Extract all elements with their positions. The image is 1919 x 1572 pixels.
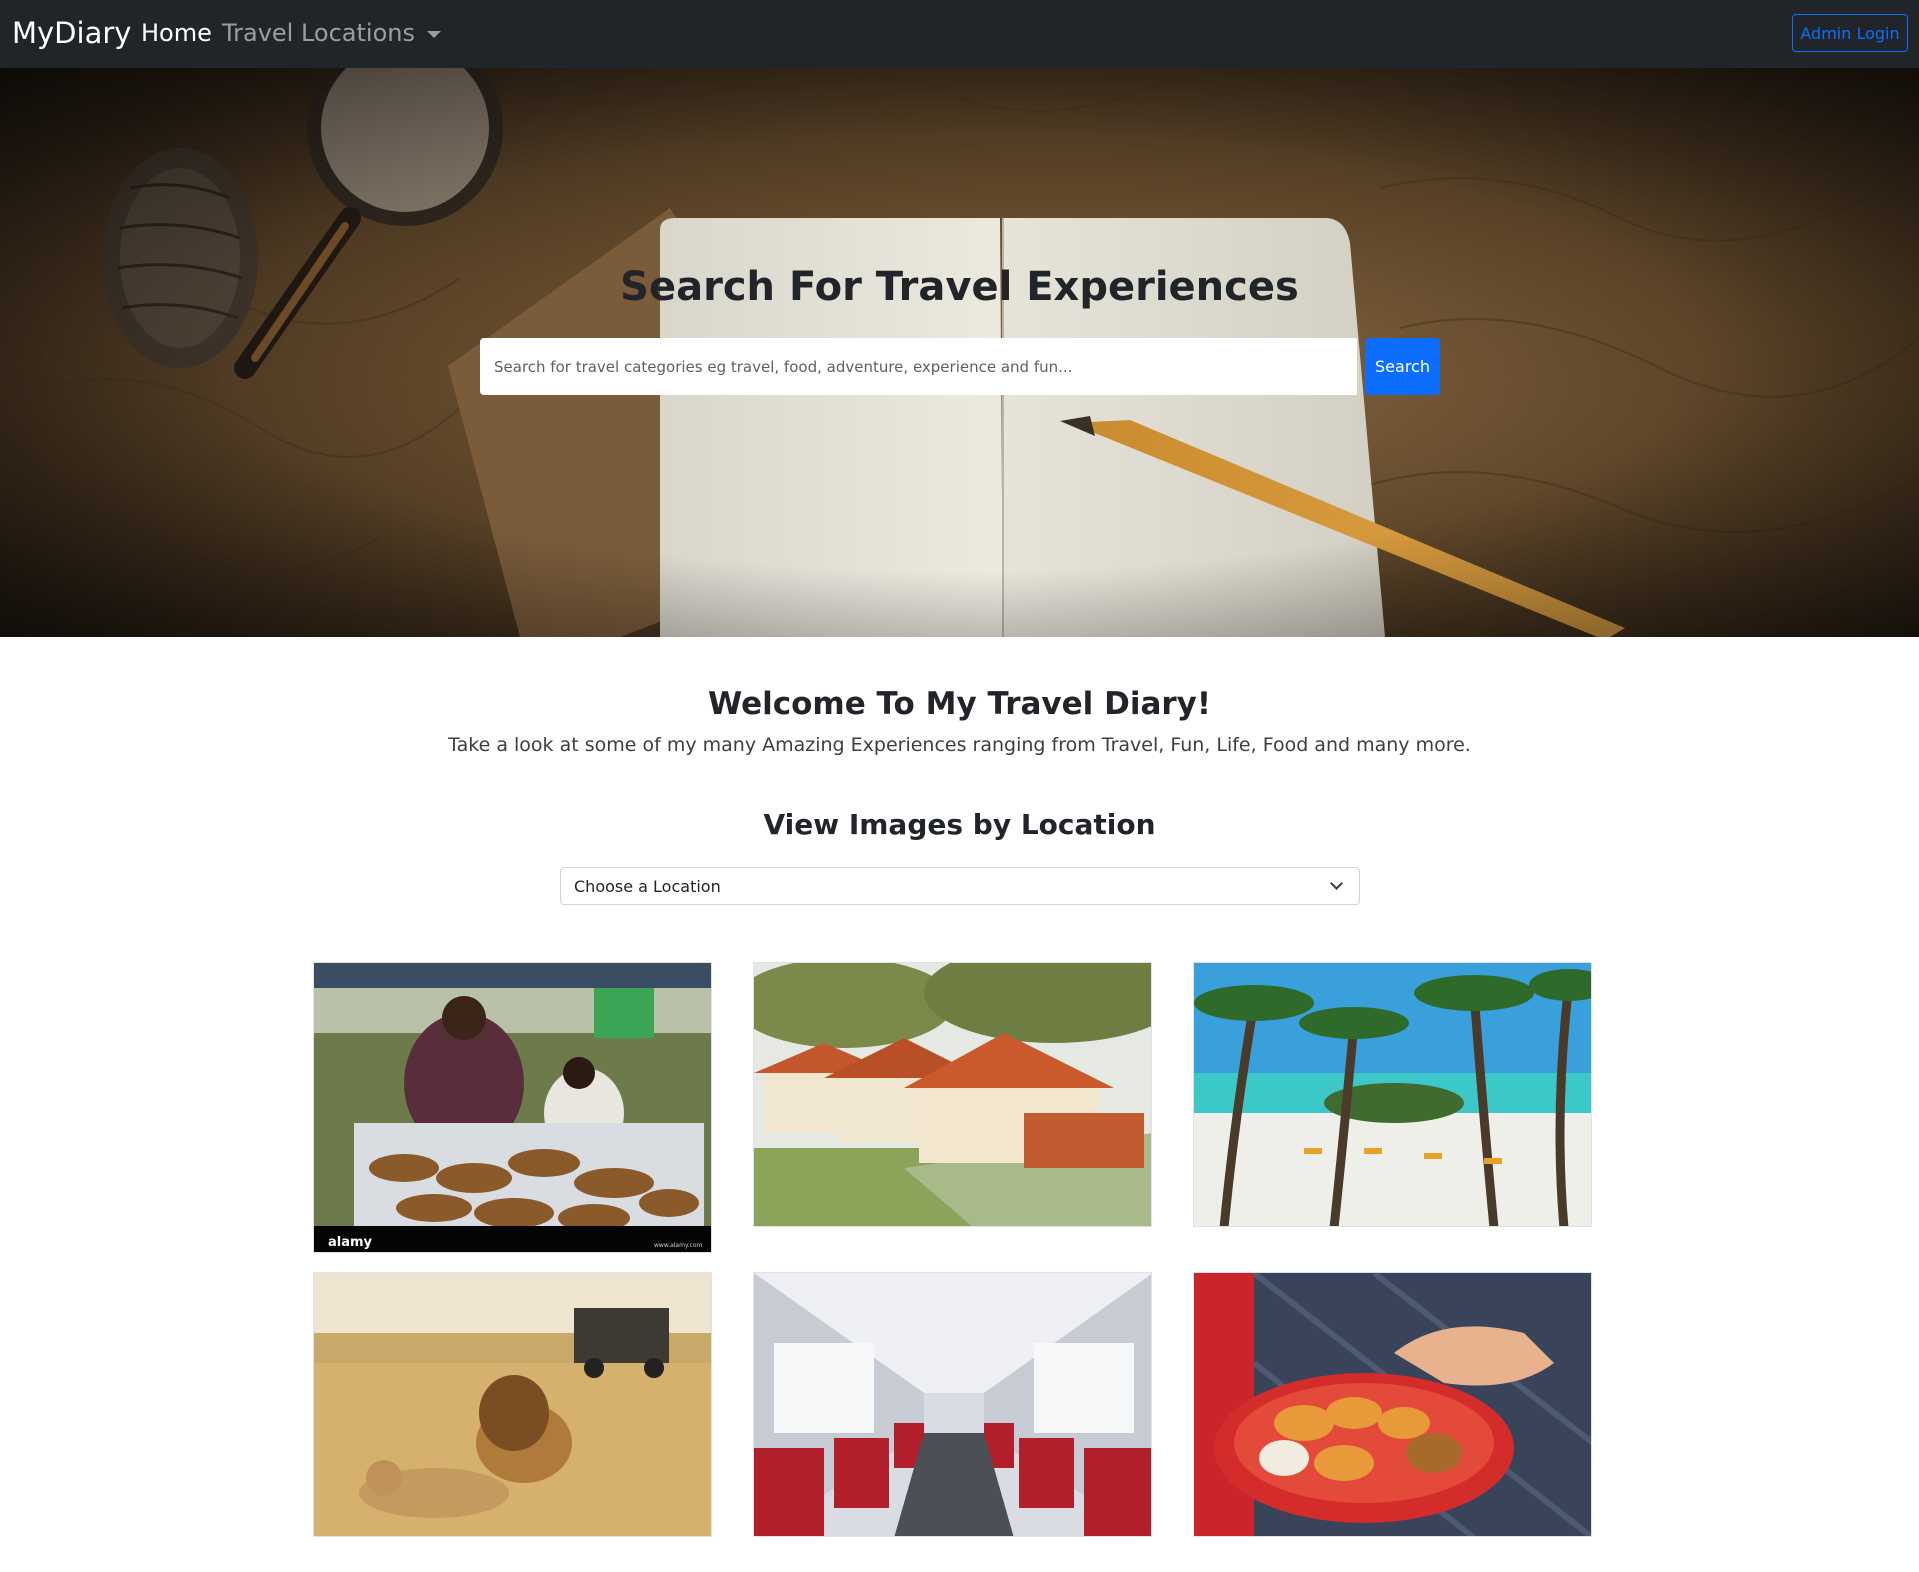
chevron-down-icon (1330, 877, 1343, 890)
location-section-title: View Images by Location (763, 808, 1156, 841)
location-select[interactable]: Choose a Location (560, 867, 1360, 905)
watermark-alamy-site: www.alamy.com (654, 1242, 703, 1249)
welcome-title: Welcome To My Travel Diary! (707, 686, 1211, 722)
nav-travel-locations-dropdown[interactable]: Travel Locations (222, 19, 441, 47)
top-navbar: MyDiary Home Travel Locations Admin Logi… (0, 0, 1919, 68)
brand-logo[interactable]: MyDiary (12, 16, 131, 50)
welcome-subtitle: Take a look at some of my many Amazing E… (448, 734, 1471, 756)
search-button[interactable]: Search (1365, 338, 1440, 395)
gallery-image-lions[interactable] (313, 1272, 712, 1537)
search-input[interactable] (480, 338, 1357, 395)
nav-home-link[interactable]: Home (141, 19, 212, 47)
gallery-image-food-plate[interactable] (1193, 1272, 1592, 1537)
caret-down-icon (426, 30, 441, 38)
watermark-alamy-logo: alamy (328, 1235, 373, 1250)
hero-title: Search For Travel Experiences (620, 264, 1299, 310)
nav-travel-locations-label: Travel Locations (222, 19, 415, 47)
location-select-value: Choose a Location (574, 876, 721, 896)
hero-banner: Search For Travel Experiences Search (0, 68, 1919, 637)
gallery-image-cottages[interactable] (753, 962, 1152, 1227)
admin-login-button[interactable]: Admin Login (1792, 14, 1908, 52)
gallery-image-train-interior[interactable] (753, 1272, 1152, 1537)
gallery-image-beach[interactable] (1193, 962, 1592, 1227)
gallery-image-fish-market[interactable]: alamy www.alamy.com (313, 962, 712, 1253)
